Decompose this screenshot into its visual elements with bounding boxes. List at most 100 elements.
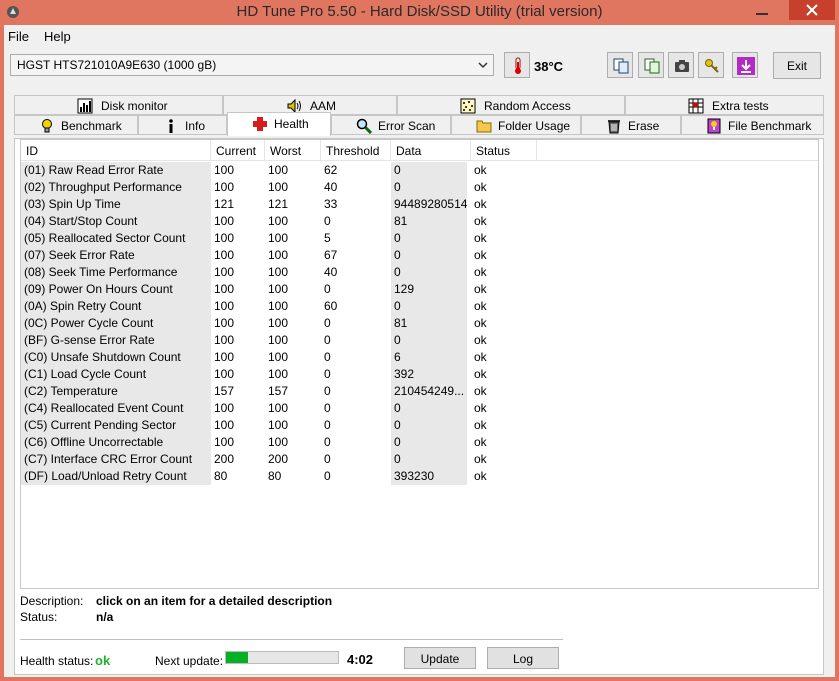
table-row[interactable]: (08) Seek Time Performance 100 100 40 0 ok xyxy=(21,264,541,281)
tab-extra-tests-label: Extra tests xyxy=(712,99,769,113)
toolbar: HGST HTS721010A9E630 (1000 gB) 38°C Exit xyxy=(4,49,835,89)
cell-threshold: 40 xyxy=(324,265,338,279)
table-row[interactable]: (04) Start/Stop Count 100 100 0 81 ok xyxy=(21,213,541,230)
cell-threshold: 0 xyxy=(324,469,331,483)
log-button[interactable]: Log xyxy=(487,647,559,669)
cell-threshold: 62 xyxy=(324,163,338,177)
update-button[interactable]: Update xyxy=(404,647,476,669)
temperature-button[interactable] xyxy=(504,52,530,78)
table-row[interactable]: (C7) Interface CRC Error Count 200 200 0 0 ok xyxy=(21,451,541,468)
cell-status: ok xyxy=(474,333,487,347)
cell-id: (C0) Unsafe Shutdown Count xyxy=(21,349,211,366)
table-row[interactable]: (0A) Spin Retry Count 100 100 60 0 ok xyxy=(21,298,541,315)
app-window: HD Tune Pro 5.50 - Hard Disk/SSD Utility… xyxy=(0,0,839,681)
cell-current: 80 xyxy=(214,469,228,483)
header-threshold[interactable]: Threshold xyxy=(321,140,391,161)
table-row[interactable]: (01) Raw Read Error Rate 100 100 62 0 ok xyxy=(21,162,541,179)
header-current[interactable]: Current xyxy=(211,140,265,161)
table-row[interactable]: (05) Reallocated Sector Count 100 100 5 0 ok xyxy=(21,230,541,247)
menu-help[interactable]: Help xyxy=(44,29,71,44)
header-data[interactable]: Data xyxy=(391,140,471,161)
table-row[interactable]: (02) Throughput Performance 100 100 40 0 ok xyxy=(21,179,541,196)
cell-status: ok xyxy=(474,435,487,449)
cell-worst: 100 xyxy=(268,214,289,228)
close-button[interactable] xyxy=(789,0,835,20)
table-row[interactable]: (DF) Load/Unload Retry Count 80 80 0 393230 o… xyxy=(21,468,541,485)
minimize-icon[interactable] xyxy=(755,5,769,19)
folder-icon xyxy=(476,120,492,133)
table-row[interactable]: (C0) Unsafe Shutdown Count 100 100 0 6 ok xyxy=(21,349,541,366)
status-label: Status: xyxy=(20,610,58,624)
tab-info[interactable]: Info xyxy=(138,115,227,135)
header-id[interactable]: ID xyxy=(21,140,211,161)
tab-erase[interactable]: Erase xyxy=(581,115,681,135)
drive-select[interactable]: HGST HTS721010A9E630 (1000 gB) xyxy=(10,54,494,76)
tab-random-access-label: Random Access xyxy=(484,99,571,113)
tab-error-scan[interactable]: Error Scan xyxy=(331,115,451,135)
tab-erase-label: Erase xyxy=(628,119,660,133)
cell-threshold: 0 xyxy=(324,316,331,330)
cell-id: (C6) Offline Uncorrectable xyxy=(21,434,211,451)
tab-file-benchmark[interactable]: File Benchmark xyxy=(681,115,824,135)
tab-folder-usage[interactable]: Folder Usage xyxy=(451,115,581,135)
table-row[interactable]: (C5) Current Pending Sector 100 100 0 0 ok xyxy=(21,417,541,434)
cell-threshold: 0 xyxy=(324,350,331,364)
options-button[interactable] xyxy=(698,52,724,78)
smart-table[interactable]: ID Current Worst Threshold Data Status (… xyxy=(20,139,819,589)
temperature-value: 38°C xyxy=(534,59,564,74)
cell-current: 100 xyxy=(214,299,235,313)
title-bar[interactable]: HD Tune Pro 5.50 - Hard Disk/SSD Utility… xyxy=(0,0,839,25)
header-status[interactable]: Status xyxy=(471,140,537,161)
magnifier-icon xyxy=(356,118,372,134)
keys-icon xyxy=(705,59,719,73)
tab-disk-monitor-label: Disk monitor xyxy=(101,99,168,113)
cell-id: (03) Spin Up Time xyxy=(21,196,211,213)
download-arrow-icon xyxy=(737,57,755,75)
copy-all-button[interactable] xyxy=(638,52,664,78)
tab-health[interactable]: Health xyxy=(227,112,331,136)
table-row[interactable]: (03) Spin Up Time 121 121 33 94489280514 ok xyxy=(21,196,541,213)
cell-status: ok xyxy=(474,163,487,177)
thermometer-icon xyxy=(515,57,521,74)
next-update-progress xyxy=(225,651,339,664)
info-icon xyxy=(169,119,173,133)
screenshot-button[interactable] xyxy=(668,52,694,78)
cell-current: 100 xyxy=(214,350,235,364)
random-access-icon xyxy=(460,98,476,114)
table-row[interactable]: (07) Seek Error Rate 100 100 67 0 ok xyxy=(21,247,541,264)
cell-threshold: 60 xyxy=(324,299,338,313)
client-area: File Help HGST HTS721010A9E630 (1000 gB)… xyxy=(4,25,835,677)
cell-threshold: 0 xyxy=(324,333,331,347)
copy-all-icon xyxy=(644,58,660,74)
cell-status: ok xyxy=(474,316,487,330)
header-worst[interactable]: Worst xyxy=(265,140,321,161)
cell-data: 0 xyxy=(391,400,467,417)
table-row[interactable]: (0C) Power Cycle Count 100 100 0 81 ok xyxy=(21,315,541,332)
cell-data: 0 xyxy=(391,298,467,315)
table-row[interactable]: (C4) Reallocated Event Count 100 100 0 0 ok xyxy=(21,400,541,417)
tab-health-label: Health xyxy=(274,117,309,131)
tab-benchmark[interactable]: Benchmark xyxy=(14,115,138,135)
menu-file[interactable]: File xyxy=(8,29,29,44)
cell-current: 100 xyxy=(214,401,235,415)
cell-status: ok xyxy=(474,384,487,398)
tab-aam-label: AAM xyxy=(310,99,337,113)
table-row[interactable]: (C2) Temperature 157 157 0 210454249... ok xyxy=(21,383,541,400)
cell-worst: 100 xyxy=(268,163,289,177)
cell-worst: 100 xyxy=(268,231,289,245)
tab-extra-tests[interactable]: Extra tests xyxy=(625,95,824,115)
cell-data: 0 xyxy=(391,230,467,247)
cell-current: 157 xyxy=(214,384,235,398)
table-row[interactable]: (09) Power On Hours Count 100 100 0 129 ok xyxy=(21,281,541,298)
table-row[interactable]: (C6) Offline Uncorrectable 100 100 0 0 ok xyxy=(21,434,541,451)
cell-id: (C5) Current Pending Sector xyxy=(21,417,211,434)
exit-button[interactable]: Exit xyxy=(773,52,821,79)
tab-random-access[interactable]: Random Access xyxy=(397,95,625,115)
cell-current: 121 xyxy=(214,197,235,211)
table-row[interactable]: (C1) Load Cycle Count 100 100 0 392 ok xyxy=(21,366,541,383)
cell-data: 0 xyxy=(391,247,467,264)
save-button[interactable] xyxy=(732,52,758,78)
tab-disk-monitor[interactable]: Disk monitor xyxy=(14,95,223,115)
copy-info-button[interactable] xyxy=(607,52,633,78)
table-row[interactable]: (BF) G-sense Error Rate 100 100 0 0 ok xyxy=(21,332,541,349)
